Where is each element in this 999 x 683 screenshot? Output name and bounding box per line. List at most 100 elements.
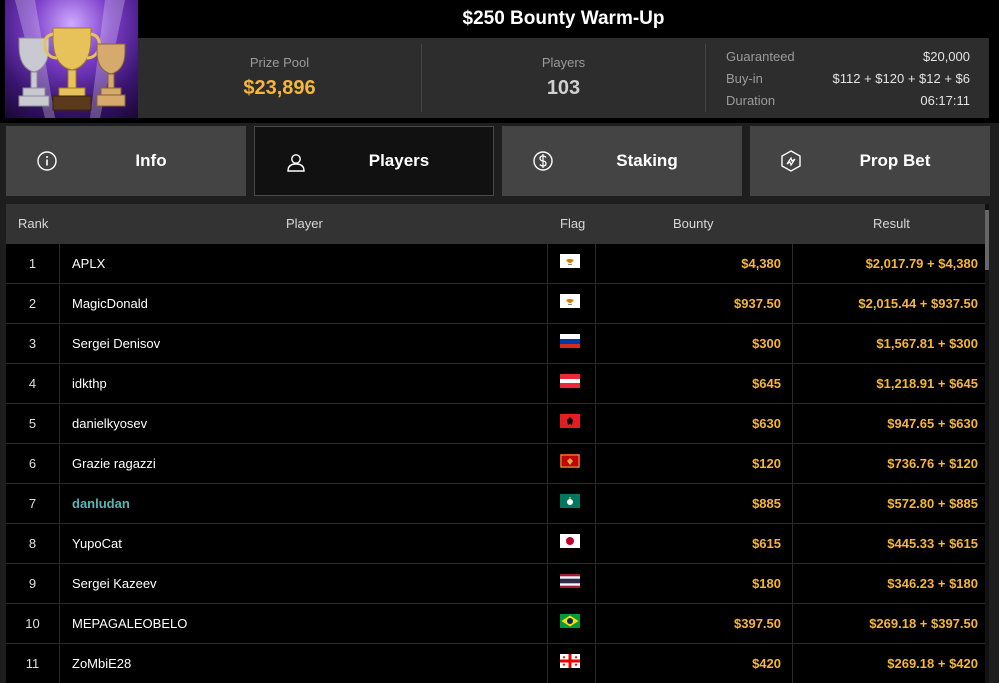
cyprus-flag-icon: [560, 254, 580, 268]
detail-value: 06:17:11: [920, 93, 970, 108]
table-row[interactable]: 11 ZoMbiE28 $420 $269.18 + $420: [6, 644, 989, 683]
rank-cell: 9: [28, 576, 37, 591]
japan-flag-icon: [560, 534, 580, 548]
table-row[interactable]: 4 idkthp $645 $1,218.91 + $645: [6, 364, 989, 404]
rank-cell: 5: [28, 416, 37, 431]
header-result[interactable]: Result: [873, 204, 910, 244]
russia-flag-icon: [560, 334, 580, 348]
detail-guaranteed: Guaranteed $20,000: [726, 46, 970, 68]
bounty-cell: $397.50: [734, 616, 781, 631]
table-header: Rank Player Flag Bounty Result: [6, 204, 989, 244]
user-icon: [287, 154, 305, 172]
thailand-flag-icon: [560, 574, 580, 588]
prize-pool-value: $23,896: [243, 77, 316, 99]
bounty-cell: $615: [752, 536, 781, 551]
brazil-flag-icon: [560, 614, 580, 628]
tab-info[interactable]: Info: [6, 126, 246, 196]
table-row[interactable]: 2 MagicDonald $937.50 $2,015.44 + $937.50: [6, 284, 989, 324]
prize-pool-stat: Prize Pool $23,896: [138, 38, 421, 118]
players-label: Players: [541, 55, 586, 70]
player-name[interactable]: MagicDonald: [72, 284, 542, 323]
tournament-details: Guaranteed $20,000 Buy-in $112 + $120 + …: [726, 46, 970, 112]
info-icon: [37, 151, 57, 171]
detail-label: Duration: [726, 93, 776, 108]
players-count: 103: [546, 77, 581, 99]
player-name[interactable]: Sergei Denisov: [72, 324, 542, 363]
result-cell: $269.18 + $397.50: [869, 616, 978, 631]
montenegro-flag-icon: [560, 454, 580, 468]
header-player[interactable]: Player: [286, 204, 323, 244]
rank-cell: 1: [28, 256, 37, 271]
rank-cell: 8: [28, 536, 37, 551]
table-row[interactable]: 3 Sergei Denisov $300 $1,567.81 + $300: [6, 324, 989, 364]
player-name[interactable]: Grazie ragazzi: [72, 444, 542, 483]
bounty-cell: $885: [752, 496, 781, 511]
table-row[interactable]: 8 YupoCat $615 $445.33 + $615: [6, 524, 989, 564]
player-name[interactable]: danielkyosev: [72, 404, 542, 443]
result-cell: $1,218.91 + $645: [876, 376, 978, 391]
player-name[interactable]: idkthp: [72, 364, 542, 403]
table-row[interactable]: 10 MEPAGALEOBELO $397.50 $269.18 + $397.50: [6, 604, 989, 644]
detail-label: Buy-in: [726, 71, 763, 86]
player-name[interactable]: Sergei Kazeev: [72, 564, 542, 603]
table-row[interactable]: 1 APLX $4,380 $2,017.79 + $4,380: [6, 244, 989, 284]
player-name[interactable]: APLX: [72, 244, 542, 283]
detail-label: Guaranteed: [726, 49, 795, 64]
detail-value: $112 + $120 + $12 + $6: [832, 71, 970, 86]
tab-players[interactable]: Players: [254, 126, 494, 196]
tab-prop-bet[interactable]: Prop Bet: [750, 126, 990, 196]
rank-cell: 7: [28, 496, 37, 511]
bounty-cell: $645: [752, 376, 781, 391]
albania-flag-icon: [560, 414, 580, 428]
bounty-cell: $180: [752, 576, 781, 591]
tournament-title: $250 Bounty Warm-Up: [462, 8, 665, 29]
result-cell: $346.23 + $180: [887, 576, 978, 591]
tab-staking[interactable]: Staking: [502, 126, 742, 196]
dollar-coin-icon: [533, 151, 553, 171]
header-flag[interactable]: Flag: [560, 204, 585, 244]
georgia-flag-icon: [560, 654, 580, 668]
table-row[interactable]: 6 Grazie ragazzi $120 $736.76 + $120: [6, 444, 989, 484]
result-cell: $572.80 + $885: [887, 496, 978, 511]
detail-value: $20,000: [923, 49, 970, 64]
result-cell: $2,015.44 + $937.50: [858, 296, 978, 311]
result-cell: $947.65 + $630: [887, 416, 978, 431]
result-cell: $1,567.81 + $300: [876, 336, 978, 351]
table-row[interactable]: 9 Sergei Kazeev $180 $346.23 + $180: [6, 564, 989, 604]
bounty-cell: $937.50: [734, 296, 781, 311]
result-cell: $445.33 + $615: [887, 536, 978, 551]
header-rank[interactable]: Rank: [18, 204, 48, 244]
detail-buy-in: Buy-in $112 + $120 + $12 + $6: [726, 68, 970, 90]
detail-duration: Duration 06:17:11: [726, 90, 970, 112]
austria-flag-icon: [560, 374, 580, 388]
bounty-cell: $630: [752, 416, 781, 431]
prop-bet-icon: [781, 150, 801, 172]
rank-cell: 10: [25, 616, 40, 631]
tournament-header: $250 Bounty Warm-Up Prize Pool $23,896 P…: [0, 0, 999, 123]
macau-flag-icon: [560, 494, 580, 508]
tournament-stats: Prize Pool $23,896 Players 103 Guarantee…: [138, 38, 989, 118]
rank-cell: 4: [28, 376, 37, 391]
rank-cell: 2: [28, 296, 37, 311]
result-cell: $269.18 + $420: [887, 656, 978, 671]
result-cell: $2,017.79 + $4,380: [865, 256, 978, 271]
player-name[interactable]: danludan: [72, 484, 542, 523]
cyprus-flag-icon: [560, 294, 580, 308]
player-name[interactable]: MEPAGALEOBELO: [72, 604, 542, 643]
result-cell: $736.76 + $120: [887, 456, 978, 471]
players-table: Rank Player Flag Bounty Result 1 APLX $4,3…: [6, 204, 989, 683]
table-row[interactable]: 7 danludan $885 $572.80 + $885: [6, 484, 989, 524]
rank-cell: 3: [28, 336, 37, 351]
players-stat: Players 103: [422, 38, 705, 118]
player-name[interactable]: YupoCat: [72, 524, 542, 563]
bounty-cell: $420: [752, 656, 781, 671]
scrollbar-track[interactable]: [985, 204, 989, 683]
rank-cell: 11: [25, 656, 40, 671]
bounty-cell: $4,380: [741, 256, 781, 271]
stat-divider: [705, 44, 706, 112]
scrollbar-thumb[interactable]: [985, 210, 989, 270]
bounty-cell: $300: [752, 336, 781, 351]
header-bounty[interactable]: Bounty: [673, 204, 713, 244]
table-row[interactable]: 5 danielkyosev $630 $947.65 + $630: [6, 404, 989, 444]
player-name[interactable]: ZoMbiE28: [72, 644, 542, 683]
